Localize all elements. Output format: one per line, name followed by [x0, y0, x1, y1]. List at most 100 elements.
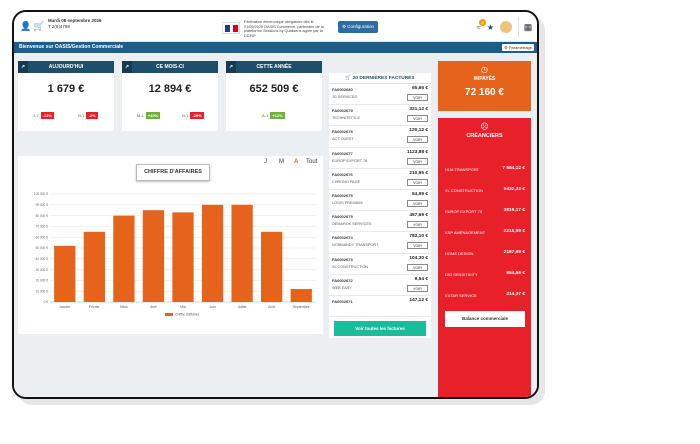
y-tick-label: 0 €: [44, 300, 49, 304]
creancier-amount: 854,56 €: [506, 271, 525, 276]
parametrage-label: Paramétrage: [508, 45, 532, 50]
view-invoice-button[interactable]: VOIR: [407, 263, 428, 271]
kpi-header: ↗ CETTE ANNÉE: [226, 61, 322, 73]
view-invoice-button[interactable]: VOIR: [407, 221, 428, 229]
x-tick-label: Janvier: [59, 305, 71, 309]
period-day[interactable]: J: [264, 159, 267, 165]
invoice-client: ACT OUEST: [332, 137, 354, 142]
invoice-row: FA0002679 TECHNOSTYLE 321,12 € VOIR: [329, 105, 431, 127]
compare-badge: -2%: [86, 112, 98, 119]
apps-grid-icon[interactable]: ▦: [518, 17, 537, 37]
kpi-value: 12 894 €: [148, 83, 192, 95]
period-month[interactable]: M: [279, 159, 284, 165]
invoice-client: EUROP EXPORT 78: [332, 158, 368, 163]
compare-label: N-1: [78, 113, 85, 118]
view-invoice-button[interactable]: VOIR: [407, 284, 428, 292]
impayes-card[interactable]: ◷ IMPAYÉS 72 160 €: [438, 61, 531, 111]
invoice-client: XL CONSTRUCTION: [332, 264, 369, 269]
creancier-name: EXTAR SERVICE: [445, 293, 477, 298]
chart-bar: [261, 231, 283, 302]
view-invoice-button[interactable]: VOIR: [407, 94, 428, 101]
kpi-compare: N-1 -29%: [182, 112, 204, 119]
period-all[interactable]: Tout: [306, 159, 317, 165]
invoice-row: FA0002675 LOGIS PREMIUM 64,99 € VOIR: [329, 190, 431, 212]
view-invoice-button[interactable]: VOIR: [407, 178, 428, 186]
dashboard-content: ↗ AUJOURD'HUI 1 679 € J-7 -13% N-1 -2% ↗ CE …: [14, 53, 537, 397]
top-bar: 👤 🛒 Mardi 08 septembre 2026 T 2(6)4798 F…: [14, 12, 537, 42]
view-invoice-button[interactable]: VOIR: [407, 242, 428, 250]
chart-bar: [54, 245, 76, 302]
compare-badge: +12%: [270, 112, 285, 119]
invoice-amount: 1123,88 €: [406, 149, 428, 155]
invoice-list: FA0002680 JG SERVICES 65,65 € VOIR FA0002679…: [329, 84, 431, 318]
configuration-button[interactable]: ⚙ Configuration: [338, 21, 379, 33]
invoice-number: FA0002679: [332, 108, 353, 114]
all-invoices-button[interactable]: Voir toutes les factures: [334, 321, 426, 336]
invoice-number: FA0002678: [332, 129, 353, 135]
kpi-compare: M-1 +40%: [137, 112, 161, 119]
invoice-number: FA0002673: [332, 256, 353, 262]
invoice-client: WEB EASY: [332, 285, 352, 290]
creancier-name: HLM TRANSPORT: [445, 167, 480, 172]
rss-icon[interactable]: ≈5: [476, 18, 486, 32]
invoice-row: FA0002677 EUROP EXPORT 78 1123,88 € VOIR: [329, 148, 431, 169]
creancier-name: DIO SENSITIVITY: [445, 272, 478, 277]
invoice-amount: 65,65 €: [411, 86, 428, 91]
avatar[interactable]: [500, 21, 512, 33]
chart-bar: [201, 204, 224, 302]
parametrage-button[interactable]: ⚙ Paramétrage: [502, 44, 534, 51]
kpi-header: ↗ AUJOURD'HUI: [18, 61, 114, 73]
invoice-amount: 457,69 €: [409, 213, 428, 219]
y-tick-label: 100 000 €: [34, 192, 48, 196]
compare-label: J-7: [33, 113, 39, 118]
creancier-amount: 214,37 €: [506, 292, 525, 297]
federation-notice: Fédération électronique obligatoire dès …: [244, 20, 324, 38]
republic-flag-icon: [222, 22, 240, 34]
x-tick-label: Mai: [180, 305, 186, 309]
chiffre-affaires-button[interactable]: CHIFFRE D'AFFAIRES: [136, 164, 210, 181]
balance-commerciale-button[interactable]: Balance commerciale: [445, 311, 525, 327]
kpi-title: CE MOIS-CI: [156, 64, 184, 70]
star-icon[interactable]: ★: [487, 23, 494, 32]
impayes-label: IMPAYÉS: [473, 76, 496, 82]
kpi-today: ↗ AUJOURD'HUI 1 679 € J-7 -13% N-1 -2%: [18, 61, 114, 131]
invoice-number: FA0002675: [332, 192, 353, 198]
configuration-label: Configuration: [347, 24, 375, 29]
view-invoice-button[interactable]: VOIR: [407, 199, 428, 207]
creancier-amount: 2215,99 €: [503, 229, 525, 234]
welcome-bar: Bienvenue sur OASIS/Gestion Commerciale …: [14, 42, 537, 53]
invoice-client: DEMAROK SERVICES: [332, 222, 372, 227]
invoice-row: FA0002676 CHRONO PAGE 210,95 € VOIR: [329, 169, 431, 190]
chart-icon: ↗: [122, 61, 132, 73]
creancier-name: XL CONSTRUCTION: [445, 188, 484, 193]
y-tick-label: 70 000 €: [36, 225, 49, 229]
chart-bar: [83, 231, 105, 302]
kpi-compare: A-1 +12%: [262, 112, 285, 119]
x-tick-label: Juillet: [238, 305, 247, 309]
creancier-name: HOME DESIGN: [445, 251, 474, 256]
y-tick-label: 50 000 €: [36, 246, 49, 250]
invoice-amount: 104,30 €: [409, 255, 428, 261]
revenue-bar-chart: 0 € 10 000 € 20 000 € 30 000 € 40 000 € 50 00…: [34, 192, 316, 317]
compare-badge: -29%: [190, 112, 204, 119]
view-invoice-button[interactable]: VOIR: [407, 136, 428, 144]
invoices-title-text: 20 DERNIÈRES FACTURES: [352, 76, 415, 81]
y-tick-label: 30 000 €: [36, 268, 49, 272]
invoice-number: FA0002675: [332, 214, 353, 220]
compare-badge: +40%: [145, 112, 161, 119]
y-tick-label: 90 000 €: [36, 203, 49, 207]
invoice-row: FA0002671 147,12 €: [329, 296, 431, 318]
cart-icon[interactable]: 🛒: [33, 21, 44, 32]
x-tick-label: Août: [268, 305, 275, 309]
y-tick-label: 60 000 €: [36, 235, 49, 239]
kpi-year: ↗ CETTE ANNÉE 652 509 € A-1 +12%: [226, 61, 322, 131]
impayes-amount: 72 160 €: [465, 87, 504, 98]
user-icon[interactable]: 👤: [20, 21, 31, 32]
y-tick-label: 20 000 €: [36, 279, 49, 283]
kpi-compare: N-1 -2%: [78, 112, 98, 119]
period-year[interactable]: A: [294, 159, 298, 165]
view-invoice-button[interactable]: VOIR: [407, 115, 428, 123]
invoice-amount: 64,99 €: [411, 191, 428, 197]
creancier-amount: 3819,17 €: [503, 208, 525, 213]
view-invoice-button[interactable]: VOIR: [407, 157, 428, 165]
